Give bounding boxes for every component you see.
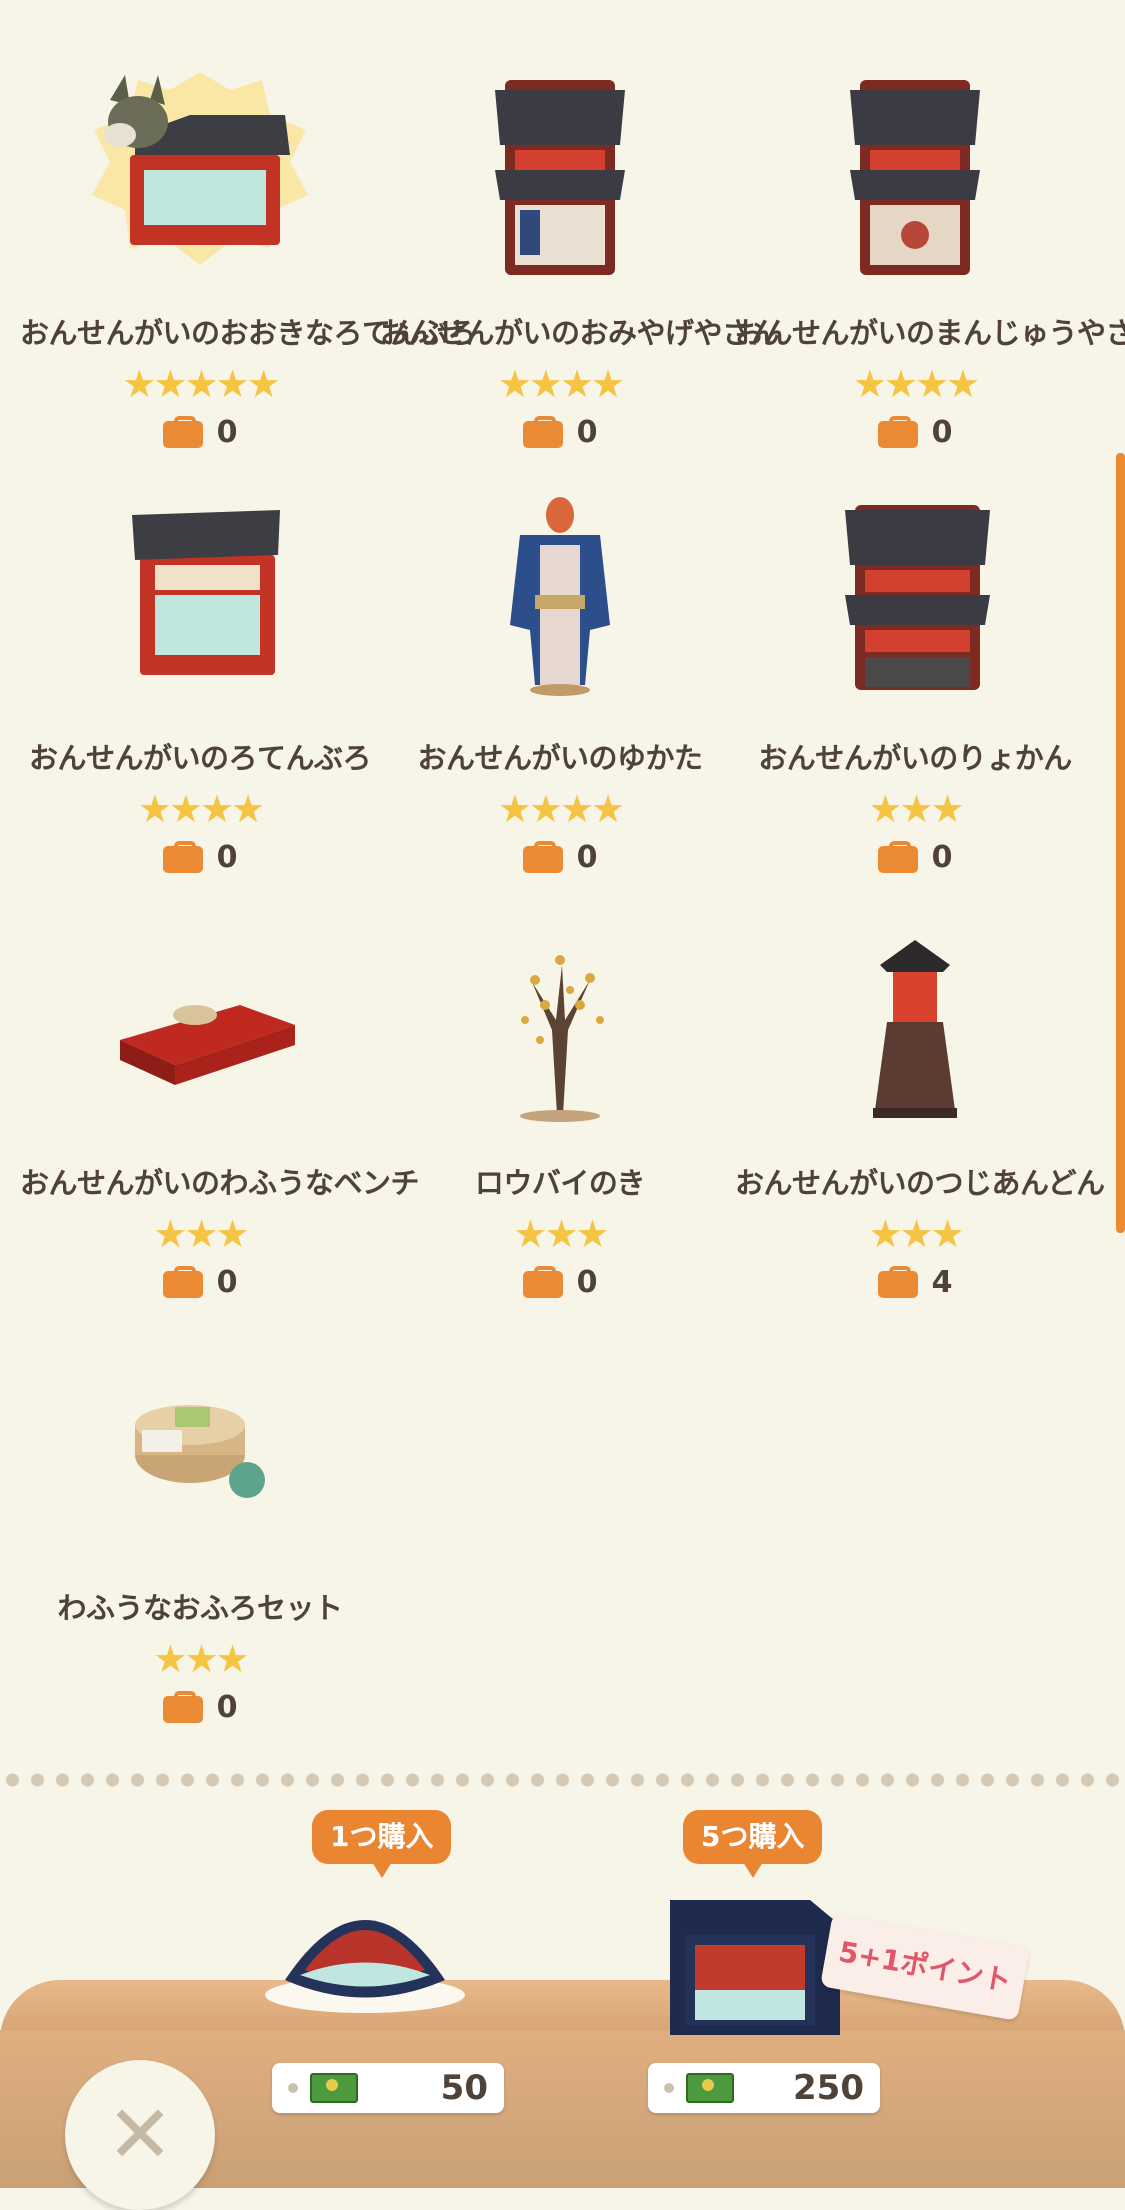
bench-icon — [80, 910, 320, 1140]
tag-hole — [664, 2083, 674, 2093]
owned-count-value: 0 — [576, 1264, 598, 1300]
price-bulk: 250 — [793, 2068, 864, 2108]
owned-count: 0 — [735, 412, 1095, 452]
owned-count: 0 — [380, 1262, 740, 1302]
item-name: ロウバイのき — [474, 1166, 646, 1200]
owned-count: 0 — [380, 837, 740, 877]
owned-count: 4 — [735, 1262, 1095, 1302]
bag-icon — [877, 841, 918, 873]
rating-stars: ★★★ — [153, 1212, 249, 1256]
owned-count-value: 0 — [216, 839, 238, 875]
item-name: おんせんがいのおおきなろてんぶろ — [20, 316, 477, 350]
item-name: おんせんがいのわふうなベンチ — [20, 1166, 420, 1200]
item-name: おんせんがいのろてんぶろ — [28, 741, 372, 775]
price-single: 50 — [440, 2068, 488, 2108]
owned-count: 0 — [20, 1262, 380, 1302]
owned-count-value: 0 — [216, 1264, 238, 1300]
bag-icon — [522, 416, 563, 448]
bag-icon — [162, 416, 203, 448]
bag-icon — [522, 841, 563, 873]
bag-icon — [877, 416, 918, 448]
owned-count-value: 0 — [931, 414, 953, 450]
price-tag-bulk: 250 — [648, 2063, 880, 2113]
item-name: おんせんがいのつじあんどん — [735, 1166, 1105, 1200]
bag-icon — [877, 1266, 918, 1298]
owned-count: 0 — [380, 412, 740, 452]
item-name: おんせんがいのりょかん — [758, 741, 1072, 775]
owned-count-value: 4 — [931, 1264, 953, 1300]
owned-count: 0 — [20, 412, 380, 452]
manju-shop-icon — [795, 60, 1035, 290]
rating-stars: ★★★★ — [852, 362, 980, 406]
price-tag-single: 50 — [272, 2063, 504, 2113]
leaf-ticket-icon — [686, 2073, 734, 2103]
owned-count-value: 0 — [216, 414, 238, 450]
bag-icon — [162, 841, 203, 873]
rating-stars: ★★★★ — [497, 362, 625, 406]
yukata-icon — [440, 485, 680, 715]
item-name: おんせんがいのおみやげやさん — [380, 316, 780, 350]
rating-stars: ★★★ — [513, 1212, 609, 1256]
item-name: おんせんがいのゆかた — [417, 741, 703, 775]
open-air-bath-icon — [80, 485, 320, 715]
wintersweet-tree-icon — [440, 910, 680, 1140]
souvenir-shop-icon — [440, 60, 680, 290]
item-name: わふうなおふろセット — [57, 1591, 343, 1625]
rating-stars: ★★★ — [868, 787, 964, 831]
bag-icon — [162, 1266, 203, 1298]
owned-count: 0 — [20, 837, 380, 877]
rating-stars: ★★★★★ — [122, 362, 280, 406]
bag-icon — [162, 1691, 203, 1723]
leaf-ticket-icon — [310, 2073, 358, 2103]
tag-hole — [288, 2083, 298, 2093]
buy-one-label: 1つ購入 — [312, 1810, 452, 1878]
item-name: おんせんがいのまんじゅうやさん — [735, 316, 1125, 350]
owned-count-value: 0 — [931, 839, 953, 875]
buy-five-label: 5つ購入 — [683, 1810, 823, 1878]
owned-count-value: 0 — [216, 1689, 238, 1725]
rating-stars: ★★★★ — [137, 787, 265, 831]
owned-count: 0 — [735, 837, 1095, 877]
lantern-icon — [795, 910, 1035, 1140]
scrollbar[interactable] — [1116, 453, 1125, 1233]
fortune-cookie-icon[interactable] — [245, 1880, 485, 2020]
owned-count-value: 0 — [576, 839, 598, 875]
owned-count: 0 — [20, 1687, 380, 1727]
rating-stars: ★★★ — [153, 1637, 249, 1681]
ryokan-icon — [795, 485, 1035, 715]
owned-count-value: 0 — [576, 414, 598, 450]
rating-stars: ★★★★ — [497, 787, 625, 831]
bag-icon — [522, 1266, 563, 1298]
divider — [0, 1772, 1125, 1788]
bath-set-icon — [80, 1335, 320, 1565]
open-air-bath-large-icon — [80, 60, 320, 290]
rating-stars: ★★★ — [868, 1212, 964, 1256]
close-icon: ✕ — [106, 2088, 174, 2181]
